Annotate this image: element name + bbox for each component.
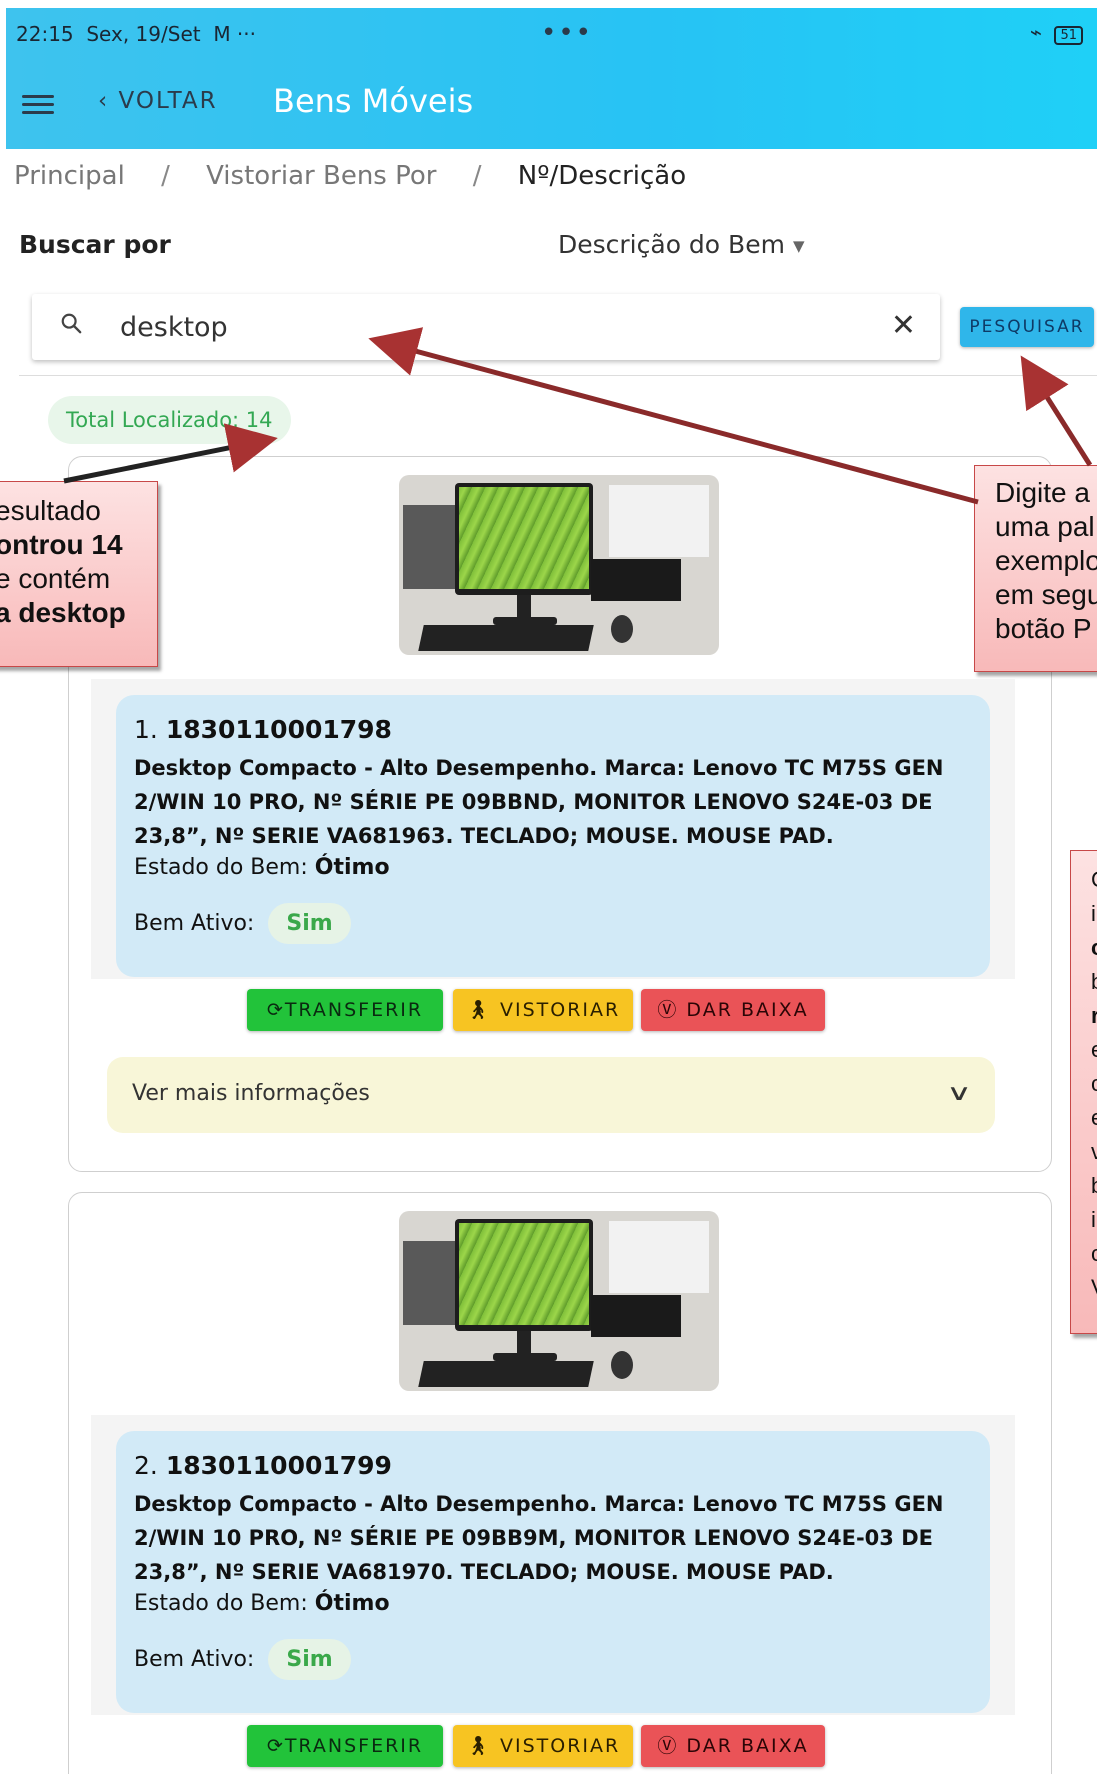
annotation-arrow <box>368 327 979 505</box>
annotation-arrows <box>63 327 1093 505</box>
annotation-arrow <box>1020 355 1093 467</box>
annotation-arrow <box>63 423 278 484</box>
